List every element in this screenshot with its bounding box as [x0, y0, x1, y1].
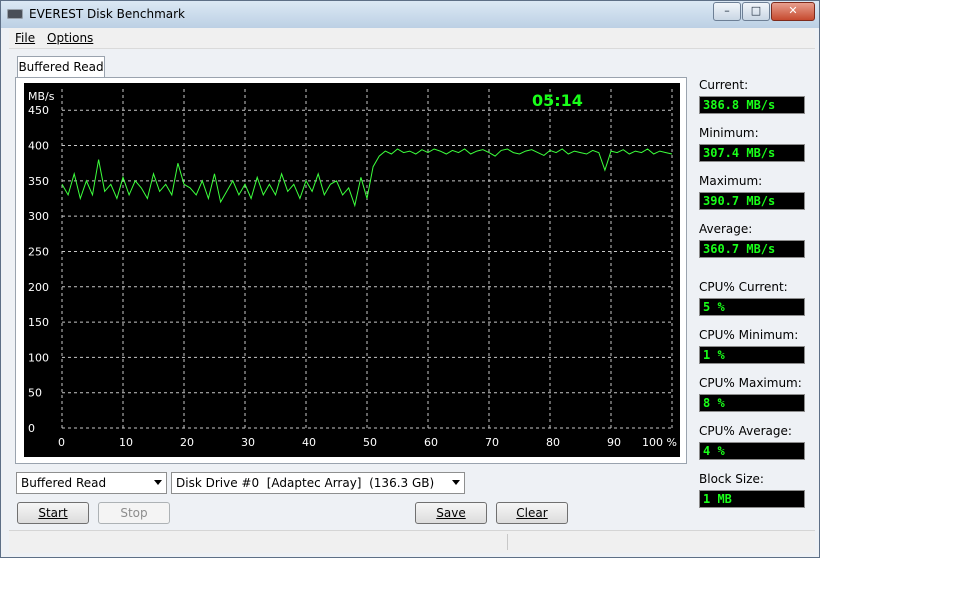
drive-select[interactable]: Disk Drive #0 [Adaptec Array] (136.3 GB): [171, 472, 465, 494]
tab-buffered-read[interactable]: Buffered Read: [17, 56, 105, 78]
x-tick-label: 90: [607, 436, 621, 449]
menu-bar: File Options: [9, 28, 815, 49]
x-tick-label: 0: [58, 436, 65, 449]
save-button[interactable]: Save: [415, 502, 487, 524]
minimum-label: Minimum:: [699, 126, 759, 140]
minimum-value: 307.4 MB/s: [699, 144, 805, 162]
y-tick-label: 400: [28, 140, 49, 153]
stop-label: Stop: [120, 506, 148, 520]
average-value: 360.7 MB/s: [699, 240, 805, 258]
stop-button[interactable]: Stop: [98, 502, 170, 524]
maximum-label: Maximum:: [699, 174, 763, 188]
cpu-average-value: 4 %: [699, 442, 805, 460]
block-size-label: Block Size:: [699, 472, 764, 486]
minimize-icon: –: [724, 4, 730, 17]
current-value: 386.8 MB/s: [699, 96, 805, 114]
chevron-down-icon: [452, 480, 460, 485]
drive-value: Disk Drive #0 [Adaptec Array] (136.3 GB): [176, 476, 435, 490]
start-button[interactable]: Start: [17, 502, 89, 524]
minimize-button[interactable]: –: [713, 2, 741, 21]
clear-button[interactable]: Clear: [496, 502, 568, 524]
test-mode-value: Buffered Read: [21, 476, 107, 490]
x-tick-label: 40: [302, 436, 316, 449]
status-separator: [507, 534, 508, 550]
cpu-average-label: CPU% Average:: [699, 424, 792, 438]
average-label: Average:: [699, 222, 753, 236]
current-label: Current:: [699, 78, 749, 92]
benchmark-window: EVEREST Disk Benchmark – □ ✕ File Option…: [0, 0, 820, 558]
clear-label: Clear: [516, 506, 548, 520]
cpu-current-label: CPU% Current:: [699, 280, 788, 294]
y-tick-label: 250: [28, 245, 49, 258]
elapsed-timer: 05:14: [532, 91, 583, 110]
close-button[interactable]: ✕: [771, 2, 815, 21]
chevron-down-icon: [154, 480, 162, 485]
cpu-minimum-value: 1 %: [699, 346, 805, 364]
status-bar: [9, 530, 815, 553]
benchmark-chart: 0 50 100 150 200 250 300 350 400 450 0 10 20 30 40 50 60…: [28, 89, 677, 449]
cpu-current-value: 5 %: [699, 298, 805, 316]
x-tick-label: 20: [180, 436, 194, 449]
x-tick-label: 60: [424, 436, 438, 449]
save-label: Save: [436, 506, 466, 520]
cpu-maximum-value: 8 %: [699, 394, 805, 412]
y-tick-label: 450: [28, 104, 49, 117]
disk-app-icon: [7, 9, 23, 19]
x-tick-label: 80: [546, 436, 560, 449]
start-label: Start: [38, 506, 68, 520]
test-mode-select[interactable]: Buffered Read: [16, 472, 167, 494]
menu-options[interactable]: Options: [47, 31, 93, 45]
x-tick-label: 10: [119, 436, 133, 449]
y-tick-label: 300: [28, 210, 49, 223]
menu-file[interactable]: File: [15, 31, 35, 45]
maximum-value: 390.7 MB/s: [699, 192, 805, 210]
cpu-maximum-label: CPU% Maximum:: [699, 376, 802, 390]
maximize-button[interactable]: □: [742, 2, 770, 21]
y-axis-unit-label: MB/s: [28, 90, 55, 103]
x-tick-label: 70: [485, 436, 499, 449]
benchmark-graph: 0 50 100 150 200 250 300 350 400 450 0 10 20 30 40 50 60…: [24, 83, 680, 457]
title-bar[interactable]: EVEREST Disk Benchmark – □ ✕: [1, 1, 819, 28]
y-tick-label: 200: [28, 281, 49, 294]
x-tick-label: 30: [241, 436, 255, 449]
y-tick-label: 0: [28, 422, 35, 435]
y-tick-label: 50: [28, 387, 42, 400]
y-tick-label: 100: [28, 351, 49, 364]
y-tick-label: 150: [28, 316, 49, 329]
x-tick-label: 50: [363, 436, 377, 449]
close-icon: ✕: [788, 4, 798, 17]
window-title: EVEREST Disk Benchmark: [29, 7, 185, 21]
cpu-minimum-label: CPU% Minimum:: [699, 328, 799, 342]
y-tick-label: 350: [28, 175, 49, 188]
block-size-value: 1 MB: [699, 490, 805, 508]
maximize-icon: □: [750, 4, 762, 17]
x-tick-label: 100 %: [642, 436, 677, 449]
